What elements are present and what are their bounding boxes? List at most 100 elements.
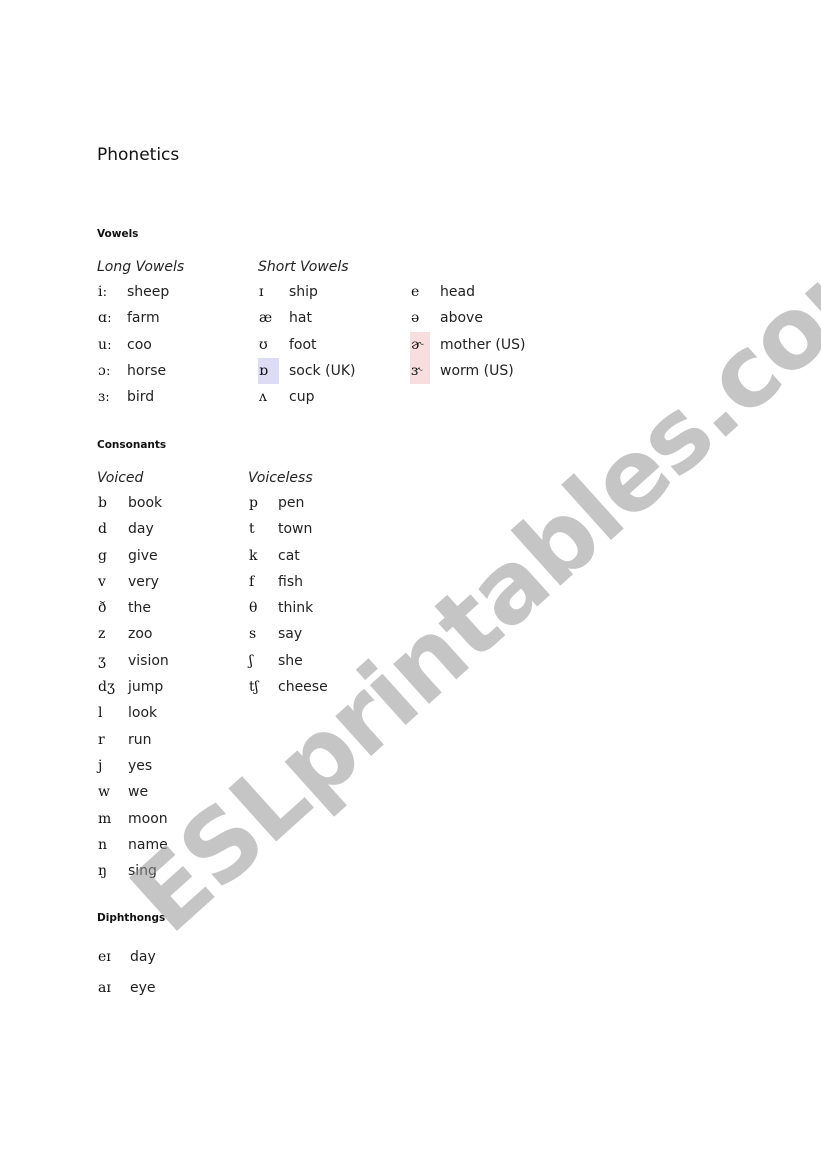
phoneme-row: aɪ eye (97, 973, 156, 1004)
phoneme-row: j yes (97, 753, 169, 779)
phoneme-row: m moon (97, 806, 169, 832)
voiced-consonants-list: b book d day g give v very ð the z zoo ʒ vision dʒ jump… (97, 490, 169, 884)
example-word: sheep (127, 284, 170, 300)
phoneme-row: ʌ cup (258, 384, 355, 410)
ipa-symbol: ð (98, 600, 107, 617)
phoneme-row: s say (248, 621, 328, 647)
phoneme-row: w we (97, 779, 169, 805)
ipa-symbol: b (98, 495, 107, 511)
example-word: say (278, 626, 303, 643)
column-heading-voiceless: Voiceless (248, 470, 313, 486)
phoneme-row: ð the (97, 595, 169, 621)
ipa-symbol: ʒ (98, 652, 106, 669)
example-word: eye (130, 980, 156, 996)
example-word: town (278, 521, 313, 538)
phoneme-row: l look (97, 700, 169, 726)
phoneme-row: dʒ jump (97, 674, 169, 700)
example-word: ship (289, 284, 318, 300)
phoneme-row: ʒ vision (97, 648, 169, 674)
ipa-symbol: aɪ (98, 980, 111, 996)
long-vowels-list: iː sheep ɑː farm uː coo ɔː horse ɜː bird (97, 279, 169, 410)
phoneme-row: v very (97, 569, 169, 595)
ipa-symbol: tʃ (249, 679, 259, 696)
ipa-symbol: ɑː (98, 310, 112, 327)
example-word: mother (US) (440, 336, 526, 353)
ipa-symbol: z (98, 626, 106, 643)
ipa-symbol: ʌ (259, 389, 267, 406)
phoneme-row: ɔː horse (97, 358, 169, 384)
phoneme-row: ɑː farm (97, 305, 169, 331)
ipa-symbol: d (98, 521, 107, 538)
example-word: foot (289, 336, 317, 353)
section-heading-vowels: Vowels (97, 228, 139, 240)
example-word: fish (278, 573, 303, 590)
example-word: she (278, 652, 303, 669)
example-word: jump (128, 679, 164, 696)
example-word: zoo (128, 626, 153, 643)
ipa-symbol: l (98, 705, 103, 722)
ipa-symbol: t (249, 521, 255, 538)
ipa-symbol: ɚ (410, 331, 430, 358)
phoneme-row: b book (97, 490, 169, 516)
example-word: sock (UK) (289, 362, 356, 379)
example-word: book (128, 495, 163, 511)
ipa-symbol: n (98, 836, 108, 853)
phoneme-row: ə above (410, 305, 525, 331)
example-word: day (128, 521, 154, 538)
phoneme-row: ɝ worm (US) (410, 357, 525, 385)
example-word: farm (127, 310, 160, 327)
ipa-symbol: ɪ (259, 284, 264, 300)
phoneme-row: z zoo (97, 621, 169, 647)
ipa-symbol: ɝ (410, 357, 430, 385)
phoneme-row: ʊ foot (258, 332, 355, 358)
ipa-symbol: eɪ (98, 949, 111, 965)
phoneme-row: k cat (248, 543, 328, 569)
phoneme-row: r run (97, 727, 169, 753)
ipa-symbol: e (411, 284, 420, 300)
ipa-symbol: ə (411, 310, 420, 327)
diphthongs-list: eɪ day aɪ eye (97, 942, 156, 1004)
example-word: we (128, 784, 149, 801)
ipa-symbol: v (98, 573, 106, 590)
phoneme-row: ɚ mother (US) (410, 331, 526, 358)
ipa-symbol: j (98, 757, 103, 774)
ipa-symbol: s (249, 626, 257, 643)
ipa-symbol: ʊ (259, 336, 268, 353)
column-heading-voiced: Voiced (97, 470, 144, 486)
example-word: name (128, 836, 168, 853)
example-word: hat (289, 310, 312, 327)
example-word: run (128, 731, 152, 748)
example-word: day (130, 949, 156, 965)
example-word: yes (128, 757, 153, 774)
example-word: above (440, 310, 483, 327)
ipa-symbol: m (98, 810, 112, 827)
phoneme-row: p pen (248, 490, 328, 516)
example-word: cheese (278, 679, 328, 696)
phoneme-row: uː coo (97, 332, 169, 358)
example-word: cup (289, 389, 315, 406)
ipa-symbol: p (249, 495, 258, 511)
phoneme-row: tʃ cheese (248, 674, 328, 700)
phoneme-row: n name (97, 832, 169, 858)
other-vowels-list: e head ə above ɚ mother (US) ɝ worm (US) (410, 279, 526, 385)
phoneme-row: ɪ ship (258, 279, 355, 305)
phoneme-row: f fish (248, 569, 328, 595)
example-word: bird (127, 389, 155, 406)
section-heading-diphthongs: Diphthongs (97, 912, 166, 924)
phoneme-row: ʃ she (248, 648, 328, 674)
phoneme-row: g give (97, 543, 169, 569)
ipa-symbol: g (98, 547, 107, 564)
phoneme-row: ŋ sing (97, 858, 169, 884)
example-word: worm (US) (440, 362, 514, 379)
ipa-symbol: dʒ (98, 679, 115, 696)
example-word: moon (128, 810, 168, 827)
phoneme-row: eɪ day (97, 942, 156, 973)
example-word: horse (127, 362, 167, 379)
example-word: the (128, 600, 151, 617)
ipa-symbol: ɔː (98, 362, 111, 379)
voiceless-consonants-list: p pen t town k cat f fish θ think s say ʃ she tʃ cheese (248, 490, 328, 700)
ipa-symbol: w (98, 784, 110, 801)
page-title: Phonetics (97, 145, 180, 165)
example-word: cat (278, 547, 300, 564)
phoneme-row: t town (248, 516, 328, 542)
